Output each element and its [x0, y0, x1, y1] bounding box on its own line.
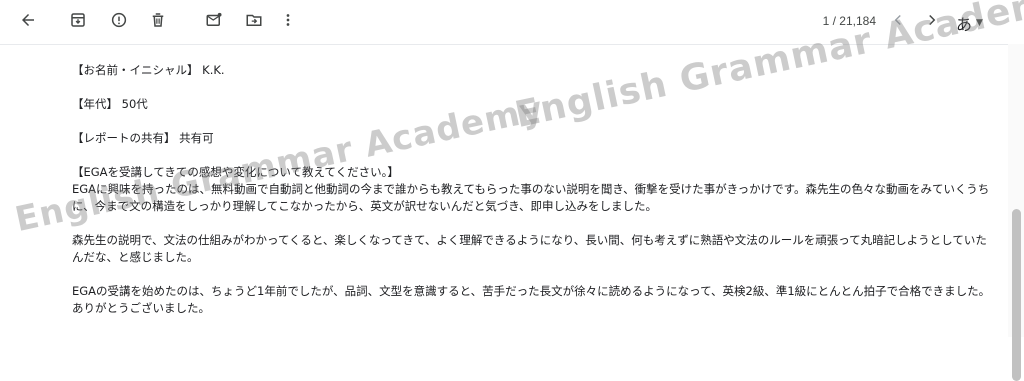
back-button[interactable]: [16, 10, 40, 34]
mark-unread-icon: [205, 11, 223, 33]
mark-unread-button[interactable]: [202, 10, 226, 34]
chevron-left-icon: [889, 11, 907, 33]
more-options-button[interactable]: [276, 10, 300, 34]
report-spam-button[interactable]: [107, 10, 131, 34]
message-count: 1 / 21,184: [822, 14, 876, 28]
delete-button[interactable]: [146, 10, 170, 34]
paragraph-2: 森先生の説明で、文法の仕組みがわかってくると、楽しくなってきて、よく理解できるよ…: [72, 233, 987, 264]
more-vert-icon: [279, 11, 297, 33]
move-to-icon: [245, 11, 263, 33]
archive-icon: [69, 11, 87, 33]
input-tools-button[interactable]: あ ▼: [956, 11, 983, 35]
paragraph-1: EGAに興味を持ったのは、無料動画で自動詞と他動詞の今まで誰からも教えてもらった…: [72, 182, 990, 213]
share-line: 【レポートの共有】 共有可: [72, 131, 214, 145]
report-spam-icon: [110, 11, 128, 33]
scrollbar-thumb[interactable]: [1012, 209, 1021, 381]
caret-down-icon: ▼: [976, 18, 983, 28]
question-heading: 【EGAを受講してきての感想や変化について教えてください。】: [72, 165, 399, 179]
message-toolbar: 1 / 21,184 あ ▼: [0, 0, 1024, 45]
input-tool-label: あ: [956, 15, 973, 34]
age-line: 【年代】 50代: [72, 97, 148, 111]
arrow-left-icon: [19, 11, 37, 33]
message-body: 【お名前・イニシャル】 K.K. 【年代】 50代 【レポートの共有】 共有可 …: [72, 62, 992, 317]
trash-icon: [149, 11, 167, 33]
paragraph-3: EGAの受講を始めたのは、ちょうど1年前でしたが、品詞、文型を意識すると、苦手だ…: [72, 284, 991, 315]
move-to-button[interactable]: [242, 10, 266, 34]
scrollbar[interactable]: [1008, 44, 1024, 381]
chevron-right-icon: [923, 11, 941, 33]
older-button[interactable]: [920, 10, 944, 34]
name-line: 【お名前・イニシャル】 K.K.: [72, 63, 225, 77]
newer-button[interactable]: [886, 10, 910, 34]
archive-button[interactable]: [66, 10, 90, 34]
